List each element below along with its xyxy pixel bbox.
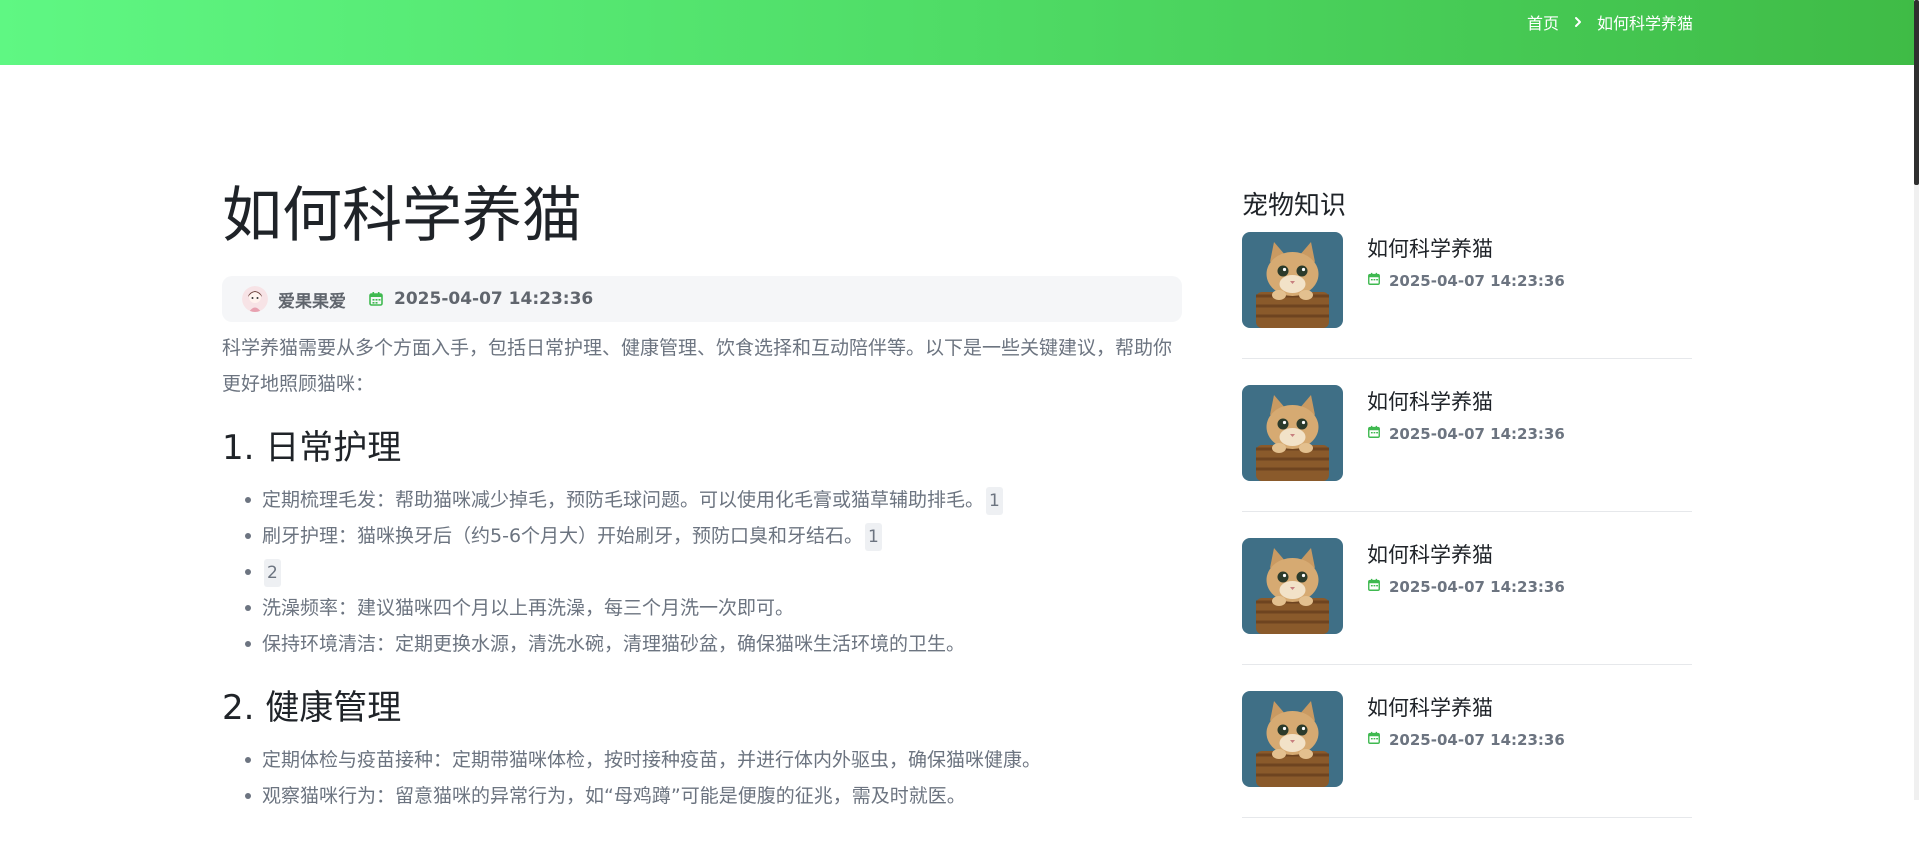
list-item-text: 洗澡频率：建议猫咪四个月以上再洗澡，每三个月洗一次即可。 (262, 597, 795, 619)
card-title[interactable]: 如何科学养猫 (1367, 540, 1565, 570)
card-body: 如何科学养猫 2025-04-07 14:23:36 (1367, 691, 1565, 787)
page-scrollbar[interactable] (1914, 0, 1919, 800)
list-item: 保持环境清洁：定期更换水源，清洗水碗，清理猫砂盆，确保猫咪生活环境的卫生。 (245, 626, 1182, 662)
article-main: 如何科学养猫 爱果果爱 2025-04-07 14:23:36 科学养猫需要从多… (222, 180, 1182, 814)
sidebar-pet-knowledge: 宠物知识 如何科学养猫 2025-04-07 14:23:36 如何科学养猫 2… (1242, 188, 1692, 844)
list-item-text: 观察猫咪行为：留意猫咪的异常行为，如“母鸡蹲”可能是便腹的征兆，需及时就医。 (262, 785, 966, 807)
card-date: 2025-04-07 14:23:36 (1389, 425, 1565, 443)
card-title[interactable]: 如何科学养猫 (1367, 234, 1565, 264)
cat-thumbnail[interactable] (1242, 691, 1343, 787)
sidebar-card[interactable]: 如何科学养猫 2025-04-07 14:23:36 (1242, 385, 1692, 512)
list-item-text: 刷牙护理：猫咪换牙后（约5-6个月大）开始刷牙，预防口臭和牙结石。 (262, 525, 864, 547)
cat-thumbnail[interactable] (1242, 232, 1343, 328)
card-title[interactable]: 如何科学养猫 (1367, 693, 1565, 723)
card-date-row: 2025-04-07 14:23:36 (1367, 731, 1565, 749)
reference-badge[interactable]: 1 (865, 523, 882, 551)
card-body: 如何科学养猫 2025-04-07 14:23:36 (1367, 538, 1565, 634)
list-item-text: 保持环境清洁：定期更换水源，清洗水碗，清理猫砂盆，确保猫咪生活环境的卫生。 (262, 633, 966, 655)
sidebar-card[interactable]: 如何科学养猫 2025-04-07 14:23:36 (1242, 232, 1692, 359)
calendar-icon (1367, 731, 1381, 749)
list-item: 刷牙护理：猫咪换牙后（约5-6个月大）开始刷牙，预防口臭和牙结石。 1 (245, 518, 1182, 554)
card-date: 2025-04-07 14:23:36 (1389, 578, 1565, 596)
article-date: 2025-04-07 14:23:36 (394, 289, 594, 309)
page-title: 如何科学养猫 (222, 181, 582, 251)
card-body: 如何科学养猫 2025-04-07 14:23:36 (1367, 385, 1565, 481)
sidebar-card[interactable]: 如何科学养猫 2025-04-07 14:23:36 (1242, 691, 1692, 818)
card-body: 如何科学养猫 2025-04-07 14:23:36 (1367, 232, 1565, 328)
breadcrumb: 首页 如何科学养猫 (1527, 10, 1693, 34)
section-list: 定期梳理毛发：帮助猫咪减少掉毛，预防毛球问题。可以使用化毛膏或猫草辅助排毛。 1 … (222, 482, 1182, 662)
chevron-right-icon (1571, 15, 1585, 29)
list-item-text: 定期体检与疫苗接种：定期带猫咪体检，按时接种疫苗，并进行体内外驱虫，确保猫咪健康… (262, 749, 1042, 771)
list-item: 定期梳理毛发：帮助猫咪减少掉毛，预防毛球问题。可以使用化毛膏或猫草辅助排毛。 1 (245, 482, 1182, 518)
card-date: 2025-04-07 14:23:36 (1389, 731, 1565, 749)
cat-thumbnail[interactable] (1242, 538, 1343, 634)
card-date-row: 2025-04-07 14:23:36 (1367, 272, 1565, 290)
breadcrumb-current: 如何科学养猫 (1597, 14, 1694, 33)
list-item: 观察猫咪行为：留意猫咪的异常行为，如“母鸡蹲”可能是便腹的征兆，需及时就医。 (245, 778, 1182, 814)
calendar-icon (1367, 272, 1381, 290)
list-item: 洗澡频率：建议猫咪四个月以上再洗澡，每三个月洗一次即可。 (245, 590, 1182, 626)
card-title[interactable]: 如何科学养猫 (1367, 387, 1565, 417)
cat-thumbnail[interactable] (1242, 385, 1343, 481)
sidebar-card[interactable]: 如何科学养猫 2025-04-07 14:23:36 (1242, 538, 1692, 665)
scrollbar-thumb[interactable] (1914, 0, 1919, 185)
breadcrumb-home-link[interactable]: 首页 (1527, 10, 1559, 34)
reference-badge[interactable]: 1 (986, 487, 1003, 515)
section-list: 定期体检与疫苗接种：定期带猫咪体检，按时接种疫苗，并进行体内外驱虫，确保猫咪健康… (222, 742, 1182, 814)
reference-badge[interactable]: 2 (264, 559, 281, 587)
section-title: 1. 日常护理 (222, 428, 402, 468)
section-title: 2. 健康管理 (222, 688, 402, 728)
calendar-icon (1367, 425, 1381, 443)
card-date-row: 2025-04-07 14:23:36 (1367, 578, 1565, 596)
article-intro: 科学养猫需要从多个方面入手，包括日常护理、健康管理、饮食选择和互动陪伴等。以下是… (222, 337, 1173, 395)
calendar-icon (1367, 578, 1381, 596)
list-item-text: 定期梳理毛发：帮助猫咪减少掉毛，预防毛球问题。可以使用化毛膏或猫草辅助排毛。 (262, 489, 985, 511)
calendar-icon (368, 291, 384, 307)
avatar-icon (242, 286, 268, 312)
article-meta: 爱果果爱 2025-04-07 14:23:36 (222, 276, 1182, 322)
author-name[interactable]: 爱果果爱 (278, 287, 346, 312)
sidebar-title: 宠物知识 (1242, 191, 1347, 221)
card-date: 2025-04-07 14:23:36 (1389, 272, 1565, 290)
list-item: 2 (245, 554, 1182, 590)
sidebar-cards: 如何科学养猫 2025-04-07 14:23:36 如何科学养猫 2025-0… (1242, 232, 1692, 818)
card-date-row: 2025-04-07 14:23:36 (1367, 425, 1565, 443)
top-header: 首页 如何科学养猫 (0, 0, 1919, 65)
list-item: 定期体检与疫苗接种：定期带猫咪体检，按时接种疫苗，并进行体内外驱虫，确保猫咪健康… (245, 742, 1182, 778)
